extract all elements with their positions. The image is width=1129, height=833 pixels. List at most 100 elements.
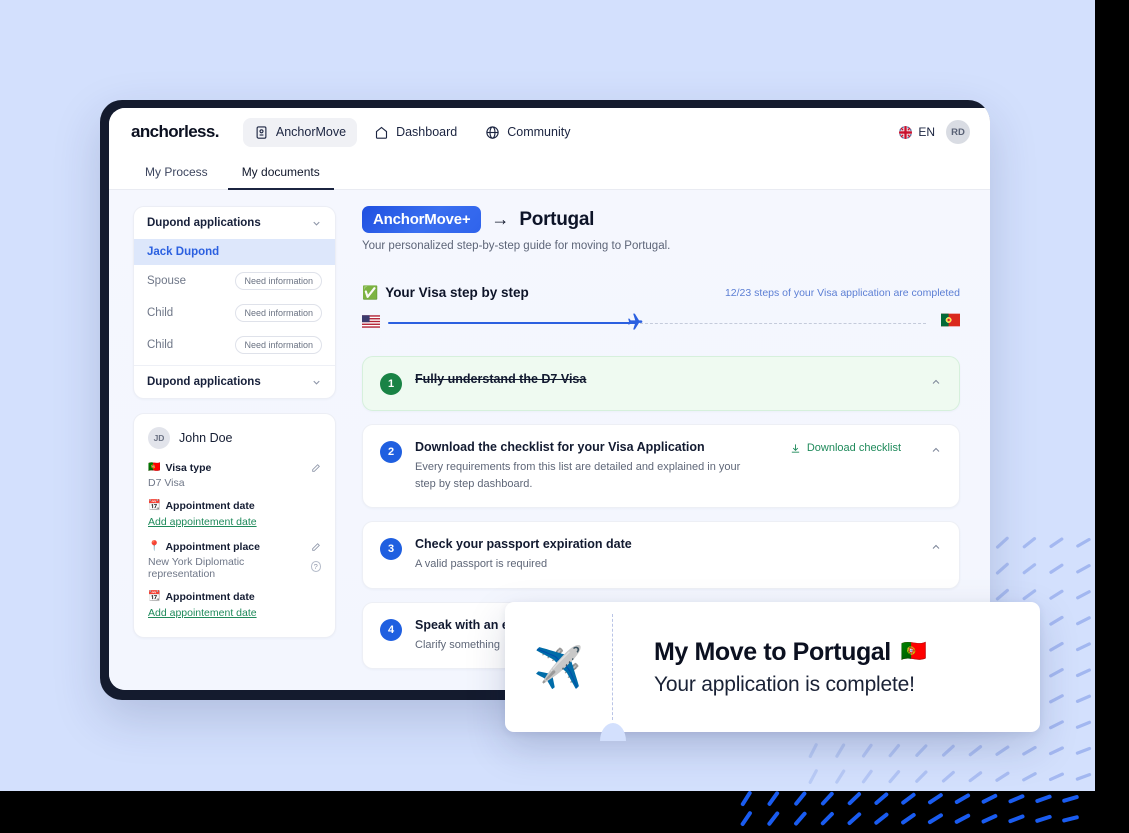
nav-right-group: EN RD: [899, 120, 970, 144]
ticket-title-row: My Move to Portugal 🇵🇹: [654, 638, 927, 667]
ticket-title: My Move to Portugal: [654, 637, 891, 666]
field-value: New York Diplomatic representation: [148, 556, 245, 580]
profile-name: John Doe: [179, 431, 233, 445]
frame-band-bottom: [0, 791, 1129, 833]
step-number: 4: [380, 618, 402, 641]
field-appointment-place: 📍 Appointment place New York Diplomatic …: [148, 541, 321, 580]
profile-card: JD John Doe 🇵🇹 Visa type D7 Visa 📆 Appoi…: [133, 413, 336, 638]
anchormove-plus-badge: AnchorMove+: [362, 206, 482, 233]
decorative-dash-pattern-bottom: [740, 791, 1079, 826]
applications-group-header-1[interactable]: Dupond applications: [134, 207, 335, 239]
applications-card: Dupond applications Jack Dupond Spouse N…: [133, 206, 336, 399]
uk-flag-icon: [899, 125, 913, 139]
calendar-icon: 📆: [148, 500, 161, 511]
applications-group-header-2[interactable]: Dupond applications: [134, 366, 335, 398]
step-card-1[interactable]: 1 Fully understand the D7 Visa: [362, 356, 960, 411]
field-value-row: New York Diplomatic representation ?: [148, 553, 321, 580]
person-row-child-2[interactable]: Child Need information: [134, 329, 335, 361]
step-title: Check your passport expiration date: [415, 537, 632, 551]
field-visa-type: 🇵🇹 Visa type D7 Visa: [148, 462, 321, 489]
nav-label: Community: [507, 125, 571, 139]
step-card-2[interactable]: 2 Download the checklist for your Visa A…: [362, 424, 960, 508]
step-number: 1: [380, 373, 402, 395]
chevron-down-icon: [313, 380, 320, 385]
tab-my-process[interactable]: My Process: [131, 156, 222, 190]
check-mark-icon: ✅: [362, 285, 379, 300]
step-description: A valid passport is required: [415, 558, 548, 570]
field-actions: [311, 542, 321, 552]
status-badge: Need information: [235, 336, 322, 354]
progress-label: 12/23 steps of your Visa application are…: [724, 286, 960, 299]
tab-my-documents[interactable]: My documents: [227, 156, 334, 190]
frame-band-right: [1095, 0, 1129, 833]
visa-section-header: ✅ Your Visa step by step 12/23 steps of …: [362, 285, 960, 300]
field-actions: [311, 463, 321, 473]
person-row-child-1[interactable]: Child Need information: [134, 297, 335, 329]
download-checklist-button[interactable]: Download checklist: [790, 442, 901, 454]
field-label-row: 📆 Appointment date: [148, 591, 321, 603]
calendar-icon: 📆: [148, 591, 161, 602]
group-title: Dupond applications: [147, 376, 261, 388]
edit-pencil-icon[interactable]: [311, 463, 321, 473]
globe-icon: [486, 125, 499, 139]
language-label: EN: [918, 125, 935, 139]
chevron-up-icon[interactable]: [930, 541, 942, 553]
edit-pencil-icon[interactable]: [311, 542, 321, 552]
passport-icon: [256, 125, 267, 139]
step-card-3[interactable]: 3 Check your passport expiration date A …: [362, 521, 960, 589]
field-label: Visa type: [165, 462, 212, 474]
step-title: Fully understand the D7 Visa: [415, 372, 587, 386]
sidebar: Dupond applications Jack Dupond Spouse N…: [133, 206, 336, 690]
visa-section-title: Your Visa step by step: [385, 285, 529, 300]
person-row-spouse[interactable]: Spouse Need information: [134, 265, 335, 297]
pin-icon: 📍: [148, 541, 161, 552]
step-number: 2: [380, 441, 402, 463]
person-name: Jack Dupond: [147, 246, 220, 258]
chevron-up-icon[interactable]: [930, 444, 942, 456]
add-appointment-date-link-1[interactable]: Add appointement date: [148, 516, 257, 528]
visa-section-title-group: ✅ Your Visa step by step: [362, 285, 529, 300]
portugal-flag-icon: 🇵🇹: [900, 640, 927, 663]
progress-remaining-line: [640, 322, 926, 324]
nav-label: Dashboard: [396, 125, 458, 139]
download-icon: [791, 443, 800, 453]
step-description: Every requirements from this list are de…: [415, 461, 741, 490]
airplane-icon: ✈️: [533, 645, 584, 690]
nav-item-dashboard[interactable]: Dashboard: [363, 118, 468, 147]
page-subtitle: Your personalized step-by-step guide for…: [362, 240, 671, 252]
chevron-up-icon[interactable]: [930, 376, 942, 388]
nav-item-anchormove[interactable]: AnchorMove: [242, 117, 358, 147]
page-title: Portugal: [519, 208, 595, 230]
nav-item-community[interactable]: Community: [474, 118, 581, 147]
avatar[interactable]: RD: [946, 120, 970, 144]
group-title: Dupond applications: [147, 217, 261, 229]
chevron-down-icon: [313, 221, 320, 226]
language-selector[interactable]: EN: [899, 125, 935, 139]
field-label: Appointment place: [165, 541, 260, 553]
plane-marker-icon: [624, 312, 644, 336]
portugal-flag-icon: 🇵🇹: [148, 462, 161, 473]
profile-avatar: JD: [148, 427, 170, 449]
help-question-icon[interactable]: ?: [310, 561, 321, 572]
person-row-jack-dupond[interactable]: Jack Dupond: [134, 239, 335, 265]
progress-completed-line: [388, 322, 636, 324]
field-appointment-date-2: 📆 Appointment date Add appointement date: [148, 591, 321, 621]
step-title: Download the checklist for your Visa App…: [415, 440, 705, 454]
step-number: 3: [380, 538, 402, 560]
step-content: Download the checklist for your Visa App…: [415, 440, 777, 492]
step-content: Fully understand the D7 Visa: [415, 372, 917, 386]
add-appointment-date-link-2[interactable]: Add appointement date: [148, 607, 257, 619]
field-value: D7 Visa: [148, 477, 185, 489]
brand-logo[interactable]: anchorless.: [131, 122, 219, 142]
download-checklist-label: Download checklist: [806, 442, 901, 454]
tab-strip: My Process My documents: [109, 156, 990, 190]
field-label-row: 🇵🇹 Visa type: [148, 462, 321, 474]
ticket-stub: ✈️: [505, 644, 612, 691]
ticket-notch: [600, 723, 626, 741]
ticket-content: My Move to Portugal 🇵🇹 Your application …: [613, 638, 927, 697]
field-label: Appointment date: [165, 591, 255, 603]
person-name: Child: [147, 339, 174, 351]
completion-ticket-overlay: ✈️ My Move to Portugal 🇵🇹 Your applicati…: [505, 602, 1040, 741]
top-navigation-bar: anchorless. AnchorMove Dashboard Communi…: [109, 108, 990, 156]
home-icon: [376, 126, 388, 139]
